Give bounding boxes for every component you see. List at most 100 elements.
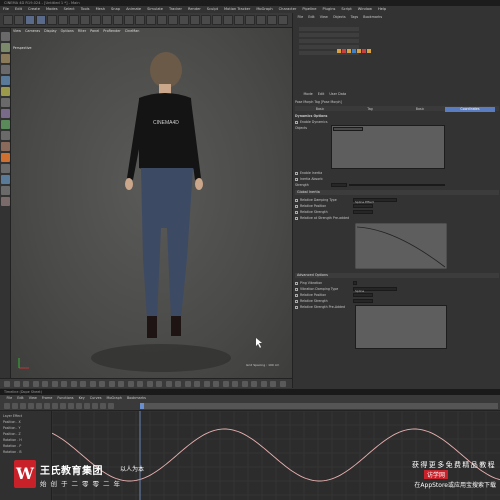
menu-select[interactable]: Select xyxy=(64,7,75,11)
timeline-track-1[interactable]: Position . X xyxy=(3,420,21,424)
ping-vibration-checkbox[interactable] xyxy=(353,281,357,285)
left-tool-0[interactable] xyxy=(1,32,10,41)
menu-animate[interactable]: Animate xyxy=(126,7,141,11)
menu-create[interactable]: Create xyxy=(28,7,40,11)
timeline-tool-5[interactable] xyxy=(44,403,50,409)
left-tool-15[interactable] xyxy=(1,197,10,206)
menu-mograph[interactable]: MoGraph xyxy=(256,7,272,11)
transport-button-27[interactable] xyxy=(260,381,267,387)
menu-pipeline[interactable]: Pipeline xyxy=(302,7,316,11)
attribute-menu-user-data[interactable]: User Data xyxy=(329,92,346,96)
object-menu-tags[interactable]: Tags xyxy=(351,15,359,19)
toolbar-button-13[interactable] xyxy=(146,15,156,25)
left-tool-14[interactable] xyxy=(1,186,10,195)
transport-button-10[interactable] xyxy=(99,381,105,387)
toolbar-button-10[interactable] xyxy=(113,15,123,25)
toolbar-button-5[interactable] xyxy=(58,15,68,25)
left-tool-10[interactable] xyxy=(1,142,10,151)
damping-spline-graph[interactable] xyxy=(355,223,447,269)
toolbar-button-6[interactable] xyxy=(69,15,79,25)
transport-button-4[interactable] xyxy=(42,381,48,387)
menu-modes[interactable]: Modes xyxy=(46,7,58,11)
toolbar-button-11[interactable] xyxy=(124,15,134,25)
toolbar-button-19[interactable] xyxy=(212,15,222,25)
timeline-menu-bookmarks[interactable]: Bookmarks xyxy=(127,396,146,400)
relative-strength-2-field[interactable] xyxy=(353,299,373,303)
timeline-menu-view[interactable]: View xyxy=(29,396,37,400)
menu-render[interactable]: Render xyxy=(188,7,201,11)
object-menu-objects[interactable]: Objects xyxy=(333,15,346,19)
objects-list-box[interactable] xyxy=(331,125,445,169)
playhead-marker[interactable] xyxy=(140,403,144,409)
toolbar-button-12[interactable] xyxy=(135,15,145,25)
transport-button-6[interactable] xyxy=(61,381,67,387)
timeline-tool-12[interactable] xyxy=(100,403,106,409)
transport-button-2[interactable] xyxy=(23,381,29,387)
attribute-menu-mode[interactable]: Mode xyxy=(304,92,313,96)
timeline-menu-key[interactable]: Key xyxy=(79,396,85,400)
menu-window[interactable]: Window xyxy=(358,7,372,11)
toolbar-button-3[interactable] xyxy=(36,15,46,25)
row-enable-inertia[interactable]: Enable Inertia xyxy=(295,171,322,175)
toolbar-button-9[interactable] xyxy=(102,15,112,25)
vibration-damping-select[interactable]: Spline xyxy=(353,287,397,293)
row-inertia-absorb[interactable]: Inertia Absorb xyxy=(295,177,322,181)
transport-button-13[interactable] xyxy=(127,381,134,387)
menu-help[interactable]: Help xyxy=(378,7,386,11)
object-menu-view[interactable]: View xyxy=(320,15,328,19)
transport-button-16[interactable] xyxy=(156,381,162,387)
timeline-tool-3[interactable] xyxy=(28,403,34,409)
toolbar-button-20[interactable] xyxy=(223,15,233,25)
left-tool-7[interactable] xyxy=(1,109,10,118)
transport-button-28[interactable] xyxy=(270,381,276,387)
left-tool-9[interactable] xyxy=(1,131,10,140)
menu-snap[interactable]: Snap xyxy=(111,7,120,11)
attribute-tab-3[interactable]: Coordinates xyxy=(445,107,495,112)
timeline-tool-6[interactable] xyxy=(52,403,58,409)
row-global-inertia[interactable]: Global Inertia xyxy=(295,190,499,195)
toolbar-button-22[interactable] xyxy=(245,15,255,25)
timeline-menu-file[interactable]: File xyxy=(7,396,13,400)
timeline-track-2[interactable]: Position . Y xyxy=(3,426,20,430)
transport-button-26[interactable] xyxy=(251,381,257,387)
left-tool-6[interactable] xyxy=(1,98,10,107)
menu-tools[interactable]: Tools xyxy=(81,7,90,11)
transport-button-24[interactable] xyxy=(232,381,238,387)
transport-button-19[interactable] xyxy=(184,381,191,387)
toolbar-button-15[interactable] xyxy=(168,15,178,25)
timeline-tool-4[interactable] xyxy=(36,403,42,409)
toolbar-button-24[interactable] xyxy=(267,15,277,25)
transport-button-17[interactable] xyxy=(165,381,172,387)
toolbar-button-25[interactable] xyxy=(278,15,288,25)
transport-button-15[interactable] xyxy=(146,381,153,387)
relative-position-2-field[interactable] xyxy=(353,293,373,297)
timeline-track-0[interactable]: Layer Effect xyxy=(3,414,22,418)
toolbar-button-16[interactable] xyxy=(179,15,189,25)
timeline-ruler[interactable] xyxy=(140,403,498,409)
transport-button-12[interactable] xyxy=(118,381,124,387)
menu-tracker[interactable]: Tracker xyxy=(169,7,182,11)
timeline-track-4[interactable]: Rotation . H xyxy=(3,438,22,442)
transport-button-25[interactable] xyxy=(241,381,248,387)
object-menu-edit[interactable]: Edit xyxy=(308,15,315,19)
left-tool-12[interactable] xyxy=(1,164,10,173)
viewport-perspective[interactable]: View Cameras Display Options Filter Panel ProR… xyxy=(11,28,292,378)
transport-button-0[interactable] xyxy=(4,381,10,387)
toolbar-button-8[interactable] xyxy=(91,15,101,25)
left-tool-1[interactable] xyxy=(1,43,10,52)
menu-edit[interactable]: Edit xyxy=(15,7,22,11)
menu-file[interactable]: File xyxy=(3,7,9,11)
toolbar-button-14[interactable] xyxy=(157,15,167,25)
object-menu-file[interactable]: File xyxy=(298,15,304,19)
attribute-tab-2[interactable]: Basic xyxy=(395,107,445,112)
timeline-tool-9[interactable] xyxy=(76,403,82,409)
menu-script[interactable]: Script xyxy=(341,7,351,11)
transport-button-20[interactable] xyxy=(194,381,200,387)
toolbar-button-0[interactable] xyxy=(3,15,13,25)
attribute-tab-0[interactable]: Basic xyxy=(295,107,345,112)
left-tool-2[interactable] xyxy=(1,54,10,63)
left-tool-4[interactable] xyxy=(1,76,10,85)
timeline-tool-2[interactable] xyxy=(20,403,26,409)
attribute-menu-edit[interactable]: Edit xyxy=(318,92,325,96)
timeline-tool-11[interactable] xyxy=(92,403,98,409)
